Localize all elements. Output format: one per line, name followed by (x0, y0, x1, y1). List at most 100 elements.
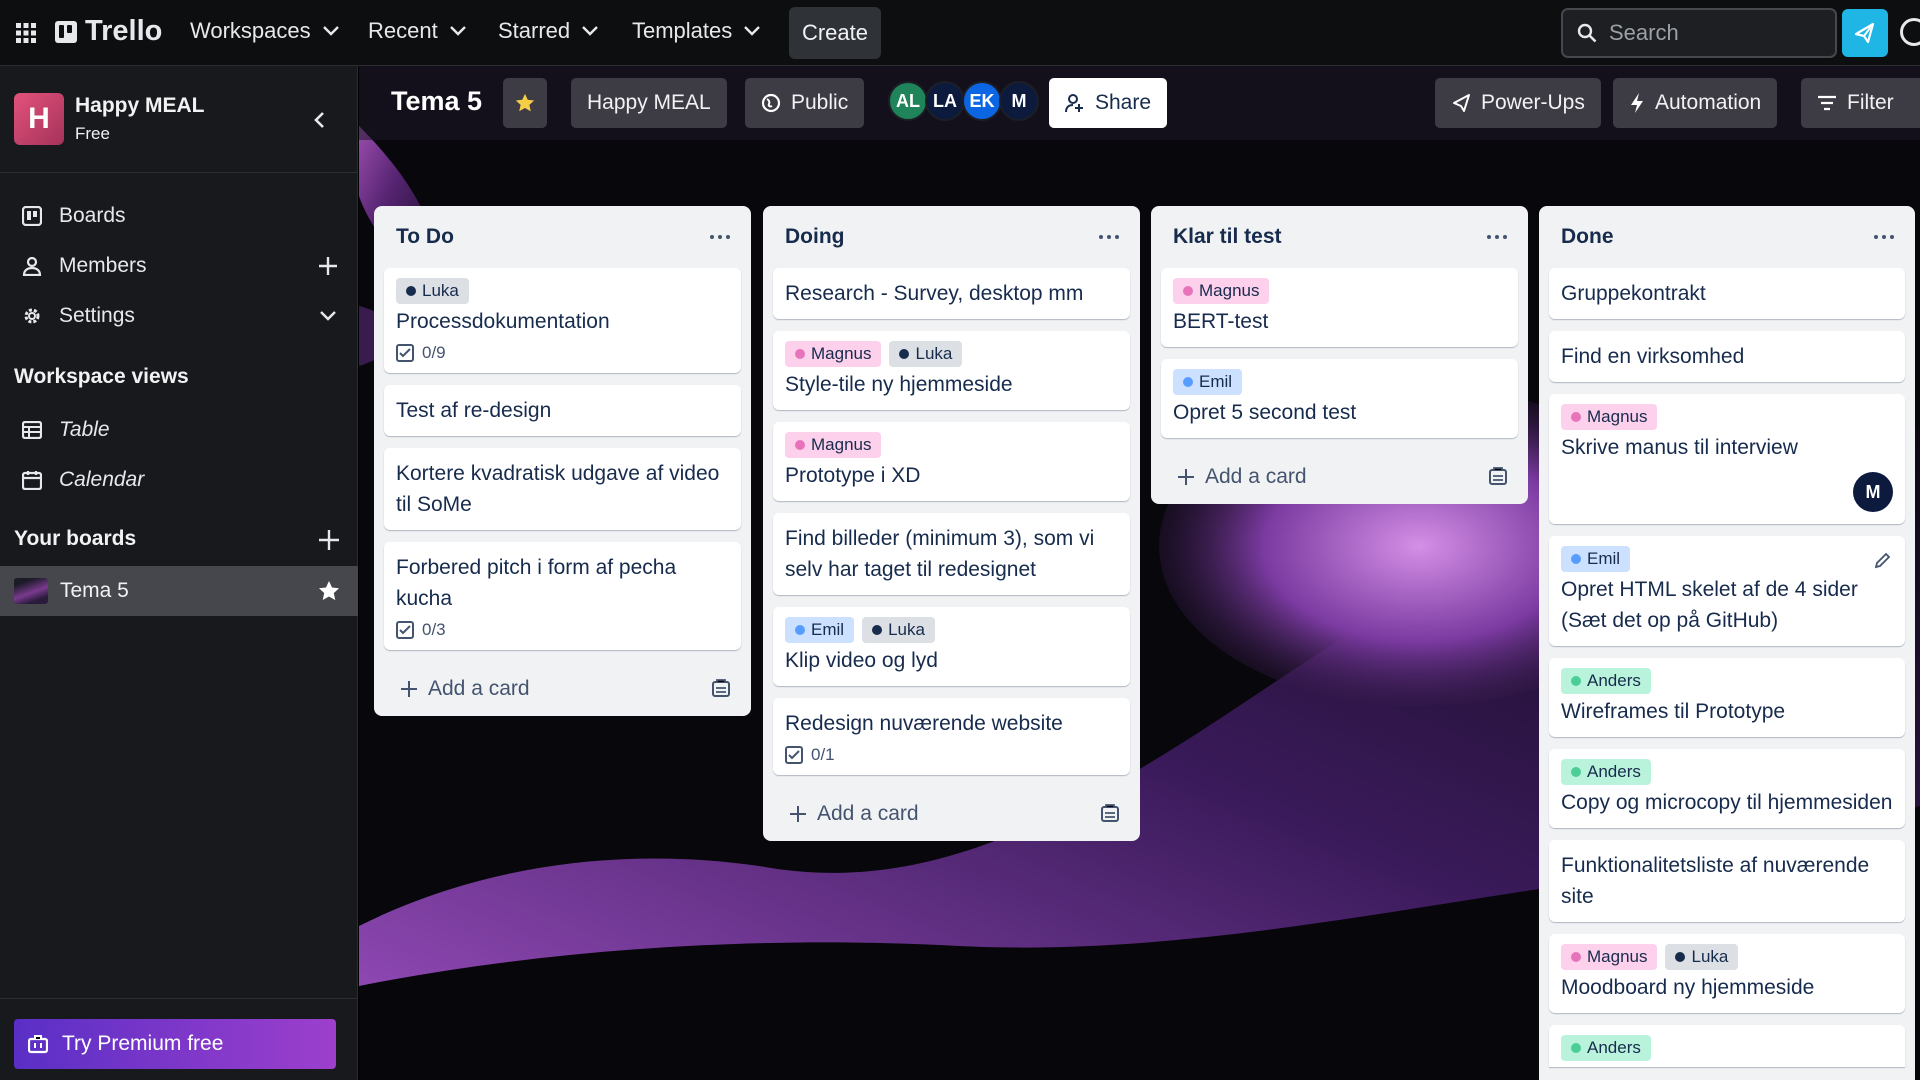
member-avatar[interactable]: M (999, 81, 1039, 121)
visibility-button[interactable]: Public (745, 78, 865, 128)
chevron-down-icon (582, 26, 599, 36)
card-template-icon[interactable] (711, 679, 731, 699)
card-member-avatar[interactable]: M (1853, 472, 1893, 512)
card[interactable]: Luka Processdokumentation 0/9 (384, 268, 741, 373)
card[interactable]: Anders (1549, 1025, 1905, 1067)
more-options-icon[interactable] (1484, 228, 1510, 246)
label-emil[interactable]: Emil (785, 617, 855, 643)
help-icon[interactable] (1900, 18, 1920, 46)
list-header[interactable]: Doing (763, 206, 1140, 268)
sidebar-item-settings[interactable]: Settings (0, 292, 358, 340)
label-dot (1571, 1043, 1581, 1053)
label-anders[interactable]: Anders (1561, 759, 1651, 785)
star-icon[interactable] (317, 579, 343, 605)
trello-board-icon (20, 204, 44, 228)
search-input[interactable]: Search (1561, 8, 1837, 58)
card[interactable]: Find en virksomhed (1549, 331, 1905, 382)
sidebar-board-tema-5[interactable]: Tema 5 (0, 566, 358, 616)
sidebar-item-calendar[interactable]: Calendar (0, 456, 358, 504)
add-board-icon[interactable] (318, 529, 342, 553)
member-avatar[interactable]: LA (925, 81, 965, 121)
card[interactable]: Research - Survey, desktop mm (773, 268, 1130, 319)
card[interactable]: Anders Copy og microcopy til hjemmesiden (1549, 749, 1905, 828)
list-header[interactable]: To Do (374, 206, 751, 268)
label-magnus[interactable]: Magnus (785, 432, 882, 458)
label-luka[interactable]: Luka (889, 341, 963, 367)
list-header[interactable]: Klar til test (1151, 206, 1528, 268)
workspace-button[interactable]: Happy MEAL (571, 78, 727, 128)
chevron-down-icon[interactable] (316, 304, 340, 328)
card[interactable]: Magnus Luka Style-tile ny hjemmeside (773, 331, 1130, 410)
card[interactable]: Redesign nuværende website 0/1 (773, 698, 1130, 775)
add-card-button[interactable]: Add a card (1151, 450, 1528, 504)
logo-text: Trello (85, 15, 163, 47)
label-emil[interactable]: Emil (1561, 546, 1631, 572)
try-premium-button[interactable]: Try Premium free (14, 1019, 336, 1069)
card[interactable]: Emil Luka Klip video og lyd (773, 607, 1130, 686)
workspace-avatar[interactable]: H (14, 93, 64, 145)
card[interactable]: Emil Opret HTML skelet af de 4 sider (Sæ… (1549, 536, 1905, 646)
pencil-icon[interactable] (1873, 550, 1893, 570)
workspaces-menu[interactable]: Workspaces (190, 18, 339, 44)
filter-button[interactable]: Filter (1801, 78, 1920, 128)
sidebar-item-table[interactable]: Table (0, 406, 358, 454)
card-template-icon[interactable] (1100, 804, 1120, 824)
card[interactable]: Magnus Prototype i XD (773, 422, 1130, 501)
card[interactable]: Magnus Skrive manus til interview M (1549, 394, 1905, 524)
label-anders[interactable]: Anders (1561, 668, 1651, 694)
app-switcher-icon[interactable] (14, 21, 38, 45)
label-emil[interactable]: Emil (1173, 369, 1243, 395)
add-member-icon[interactable] (316, 254, 340, 278)
label-luka[interactable]: Luka (1665, 944, 1739, 970)
add-card-button[interactable]: Add a card (763, 787, 1140, 841)
card[interactable]: Funktionalitetsliste af nuværende site (1549, 840, 1905, 922)
card-template-icon[interactable] (1488, 467, 1508, 487)
starred-menu[interactable]: Starred (498, 18, 599, 44)
add-card-label: Add a card (428, 677, 530, 700)
board-title[interactable]: Tema 5 (391, 86, 482, 117)
list-header[interactable]: Done (1539, 206, 1915, 268)
add-card-button[interactable]: Add a card (1539, 1067, 1915, 1080)
share-button[interactable]: Share (1049, 78, 1168, 128)
more-options-icon[interactable] (1096, 228, 1122, 246)
label-text: Emil (1587, 549, 1621, 568)
board-thumbnail (14, 578, 48, 604)
automation-button[interactable]: Automation (1613, 78, 1778, 128)
add-card-button[interactable]: Add a card (374, 662, 751, 716)
label-luka[interactable]: Luka (396, 278, 469, 304)
create-button[interactable]: Create (789, 7, 881, 59)
card[interactable]: Emil Opret 5 second test (1161, 359, 1518, 438)
label-luka[interactable]: Luka (862, 617, 935, 643)
card[interactable]: Kortere kvadratisk udgave af video til S… (384, 448, 741, 530)
workspaces-label: Workspaces (190, 18, 311, 43)
card[interactable]: Magnus Luka Moodboard ny hjemmeside (1549, 934, 1905, 1013)
workspace-plan: Free (75, 124, 110, 143)
label-anders[interactable]: Anders (1561, 1035, 1651, 1061)
label-magnus[interactable]: Magnus (1561, 944, 1658, 970)
label-magnus[interactable]: Magnus (1173, 278, 1270, 304)
label-text: Magnus (811, 344, 872, 363)
star-board-button[interactable] (503, 78, 547, 128)
card[interactable]: Gruppekontrakt (1549, 268, 1905, 319)
divider (0, 172, 358, 173)
recent-menu[interactable]: Recent (368, 18, 466, 44)
member-avatar[interactable]: EK (962, 81, 1002, 121)
label-magnus[interactable]: Magnus (785, 341, 882, 367)
collapse-sidebar-button[interactable] (305, 106, 333, 134)
power-ups-button[interactable]: Power-Ups (1435, 78, 1601, 128)
templates-menu[interactable]: Templates (632, 18, 761, 44)
notifications-button[interactable] (1842, 9, 1888, 57)
card[interactable]: Magnus BERT-test (1161, 268, 1518, 347)
sidebar-item-boards[interactable]: Boards (0, 192, 358, 240)
label-magnus[interactable]: Magnus (1561, 404, 1658, 430)
card[interactable]: Test af re-design (384, 385, 741, 436)
card[interactable]: Anders Wireframes til Prototype (1549, 658, 1905, 737)
card[interactable]: Forbered pitch i form af pecha kucha 0/3 (384, 542, 741, 650)
sidebar-item-members[interactable]: Members (0, 242, 358, 290)
more-options-icon[interactable] (707, 228, 733, 246)
trello-logo[interactable]: Trello (55, 15, 162, 48)
more-options-icon[interactable] (1871, 228, 1897, 246)
workspace-name[interactable]: Happy MEAL (75, 94, 205, 118)
card[interactable]: Find billeder (minimum 3), som vi selv h… (773, 513, 1130, 595)
member-avatar[interactable]: AL (888, 81, 928, 121)
